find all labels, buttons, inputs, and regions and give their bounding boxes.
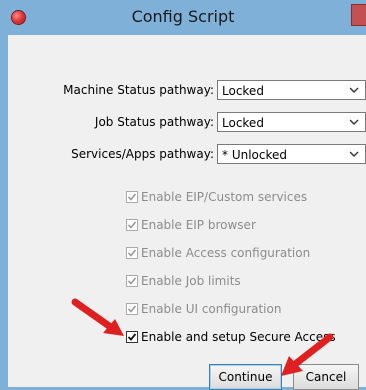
red-arrow-icon (281, 333, 334, 376)
services-apps-value: * Unlocked (222, 148, 287, 162)
title-bar: Config Script (0, 0, 366, 35)
checkmark-icon (127, 193, 137, 201)
dialog-body: Machine Status pathway: Locked Job Statu… (8, 35, 366, 390)
checkbox-label: Enable UI configuration (141, 302, 282, 316)
chevron-down-icon (349, 119, 359, 125)
config-script-window: Config Script Machine Status pathway: Lo… (0, 0, 366, 390)
chevron-down-icon (349, 151, 359, 157)
services-apps-label: Services/Apps pathway: (71, 147, 214, 161)
checkmark-icon (127, 221, 137, 229)
chevron-down-icon (349, 87, 359, 93)
checkmark-icon (127, 305, 137, 313)
red-arrow-icon (71, 298, 124, 336)
job-status-label: Job Status pathway: (94, 115, 214, 129)
continue-button[interactable]: Continue (209, 364, 282, 390)
checkbox-label: Enable Job limits (141, 274, 241, 288)
machine-status-select[interactable]: Locked (217, 80, 366, 100)
checkbox-label: Enable Access configuration (141, 246, 311, 260)
checkbox-box (126, 275, 138, 287)
checkmark-icon (127, 277, 137, 285)
checkbox-box (126, 191, 138, 203)
checkbox-box (126, 219, 138, 231)
checkmark-icon (127, 249, 137, 257)
job-status-value: Locked (222, 116, 264, 130)
machine-status-value: Locked (222, 84, 264, 98)
checkbox-box (126, 247, 138, 259)
job-status-select[interactable]: Locked (217, 112, 366, 132)
checkbox-label: Enable EIP/Custom services (141, 190, 308, 204)
machine-status-label: Machine Status pathway: (63, 83, 214, 97)
title-bar-control-icon[interactable] (351, 4, 366, 26)
services-apps-select[interactable]: * Unlocked (217, 144, 366, 164)
checkmark-icon (127, 333, 137, 341)
checkbox-label: Enable EIP browser (141, 218, 256, 232)
window-title: Config Script (131, 7, 235, 26)
